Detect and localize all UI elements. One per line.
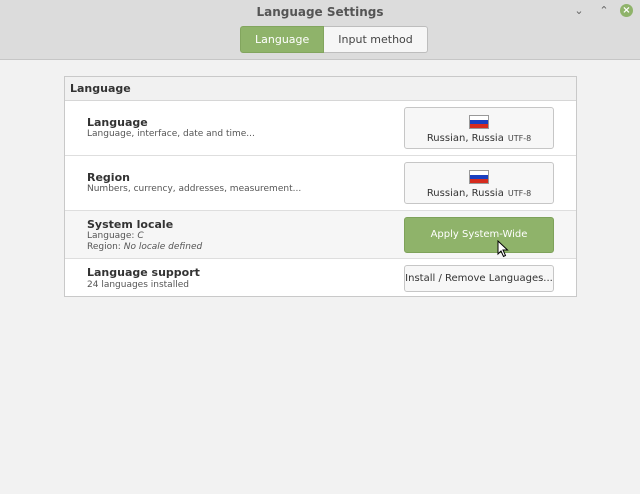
region-subtitle: Numbers, currency, addresses, measuremen…	[87, 184, 302, 194]
tab-bar: Language Input method	[240, 26, 428, 53]
language-subtitle: Language, interface, date and time...	[87, 129, 255, 139]
language-title: Language	[87, 116, 148, 129]
minimize-icon[interactable]: ⌄	[572, 4, 586, 18]
language-support-row: Language support 24 languages installed …	[65, 259, 576, 297]
region-row: Region Numbers, currency, addresses, mea…	[65, 156, 576, 211]
russia-flag-icon	[469, 115, 489, 129]
russia-flag-icon	[469, 170, 489, 184]
mouse-pointer-icon	[497, 240, 509, 258]
system-locale-region: Region: No locale defined	[87, 242, 203, 252]
language-row: Language Language, interface, date and t…	[65, 101, 576, 156]
region-encoding: UTF-8	[507, 189, 532, 198]
install-remove-languages-button[interactable]: Install / Remove Languages...	[404, 265, 554, 292]
window-title: Language Settings	[256, 5, 384, 19]
title-bar: Language Settings ⌄ ⌃ × Language Input m…	[0, 0, 640, 60]
language-value: Russian, Russia	[426, 133, 504, 144]
region-title: Region	[87, 171, 130, 184]
tab-input-method[interactable]: Input method	[324, 26, 428, 53]
apply-system-wide-button[interactable]: Apply System-Wide	[404, 217, 554, 253]
language-support-subtitle: 24 languages installed	[87, 280, 189, 290]
language-panel: Language Language Language, interface, d…	[64, 76, 577, 297]
region-value: Russian, Russia	[426, 188, 504, 199]
system-locale-title: System locale	[87, 218, 174, 231]
maximize-icon[interactable]: ⌃	[597, 4, 611, 18]
language-encoding: UTF-8	[507, 134, 532, 143]
tab-language[interactable]: Language	[240, 26, 325, 53]
region-select-button[interactable]: Russian, Russia UTF-8	[404, 162, 554, 204]
panel-header: Language	[65, 77, 576, 101]
language-select-button[interactable]: Russian, Russia UTF-8	[404, 107, 554, 149]
language-support-title: Language support	[87, 266, 200, 279]
system-locale-language: Language: C	[87, 231, 144, 241]
close-icon[interactable]: ×	[620, 4, 633, 17]
